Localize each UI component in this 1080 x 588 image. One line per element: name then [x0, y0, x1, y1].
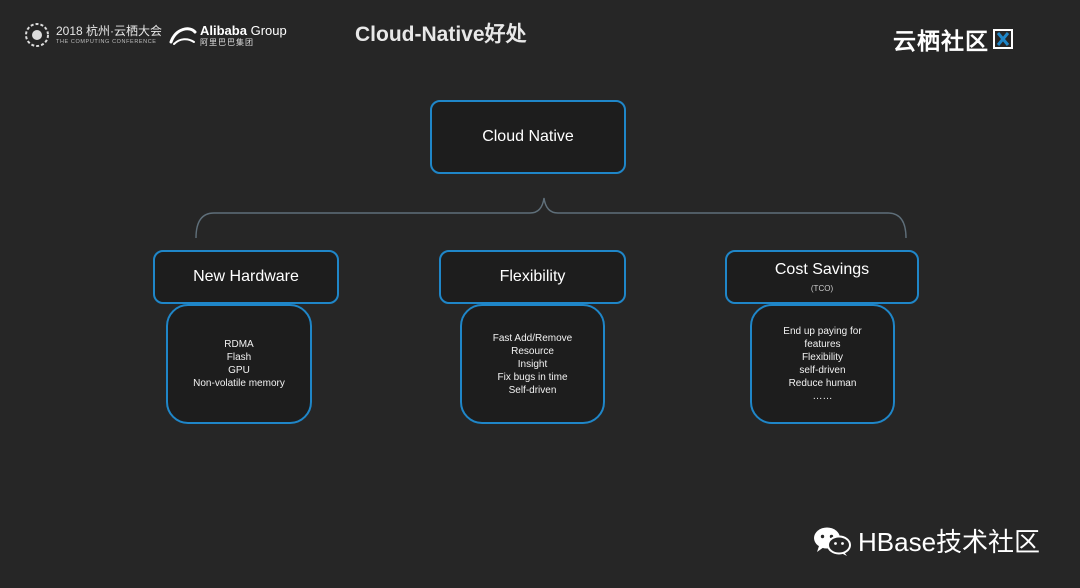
detail-box-new-hardware: RDMA Flash GPU Non-volatile memory — [166, 304, 312, 424]
branch-node-cost-savings: Cost Savings (TCO) — [725, 250, 919, 304]
detail-item: Resource — [511, 345, 554, 357]
yunqi-emblem-icon — [993, 29, 1013, 49]
wechat-account-watermark: HBase技术社区 — [812, 522, 1040, 559]
alibaba-group-word: Group — [250, 22, 287, 38]
branch-node-new-hardware: New Hardware — [153, 250, 339, 304]
detail-item: self-driven — [799, 365, 846, 376]
conference-subtitle: THE COMPUTING CONFERENCE — [56, 38, 157, 45]
alibaba-group-logo: Alibaba Group 阿里巴巴集团 — [168, 22, 287, 48]
detail-item: Reduce human — [788, 378, 857, 389]
alibaba-brand: Alibaba — [200, 22, 247, 38]
detail-item: …… — [812, 391, 833, 402]
branch-title: Flexibility — [499, 268, 566, 285]
detail-item: GPU — [228, 365, 250, 376]
detail-box-flexibility: Fast Add/Remove Resource Insight Fix bug… — [460, 304, 605, 424]
alibaba-chinese-name: 阿里巴巴集团 — [200, 37, 254, 47]
detail-item: Non-volatile memory — [193, 378, 285, 389]
detail-item: Flexibility — [801, 352, 844, 363]
detail-item: Insight — [517, 358, 548, 370]
detail-item: Fix bugs in time — [497, 371, 568, 383]
alibaba-swoosh-icon — [169, 27, 197, 45]
detail-item: End up paying for — [783, 326, 862, 337]
slide-title: Cloud-Native好处 — [355, 23, 527, 46]
detail-item: Flash — [226, 352, 252, 363]
detail-box-cost-savings: End up paying for features Flexibility s… — [750, 304, 895, 424]
branch-title: Cost Savings — [774, 261, 870, 278]
detail-item: RDMA — [224, 339, 254, 350]
branch-node-flexibility: Flexibility — [439, 250, 626, 304]
detail-item: features — [804, 339, 841, 350]
yunqi-community-name: 云栖社区 — [893, 28, 989, 54]
detail-item: Fast Add/Remove — [492, 332, 573, 344]
branch-title: New Hardware — [193, 268, 299, 285]
conference-name: 2018 杭州·云栖大会 — [56, 23, 163, 38]
yunqi-community-logo: 云栖社区 — [893, 22, 1013, 56]
wechat-account-name: HBase技术社区 — [858, 527, 1041, 557]
root-node-label: Cloud Native — [482, 128, 574, 145]
wechat-icon — [814, 527, 851, 556]
conference-emblem-icon — [25, 23, 49, 47]
conference-logo: 2018 杭州·云栖大会 THE COMPUTING CONFERENCE — [24, 22, 162, 48]
root-node: Cloud Native — [430, 100, 626, 174]
detail-item: Self-driven — [508, 384, 557, 396]
branch-note: (TCO) — [810, 284, 834, 293]
